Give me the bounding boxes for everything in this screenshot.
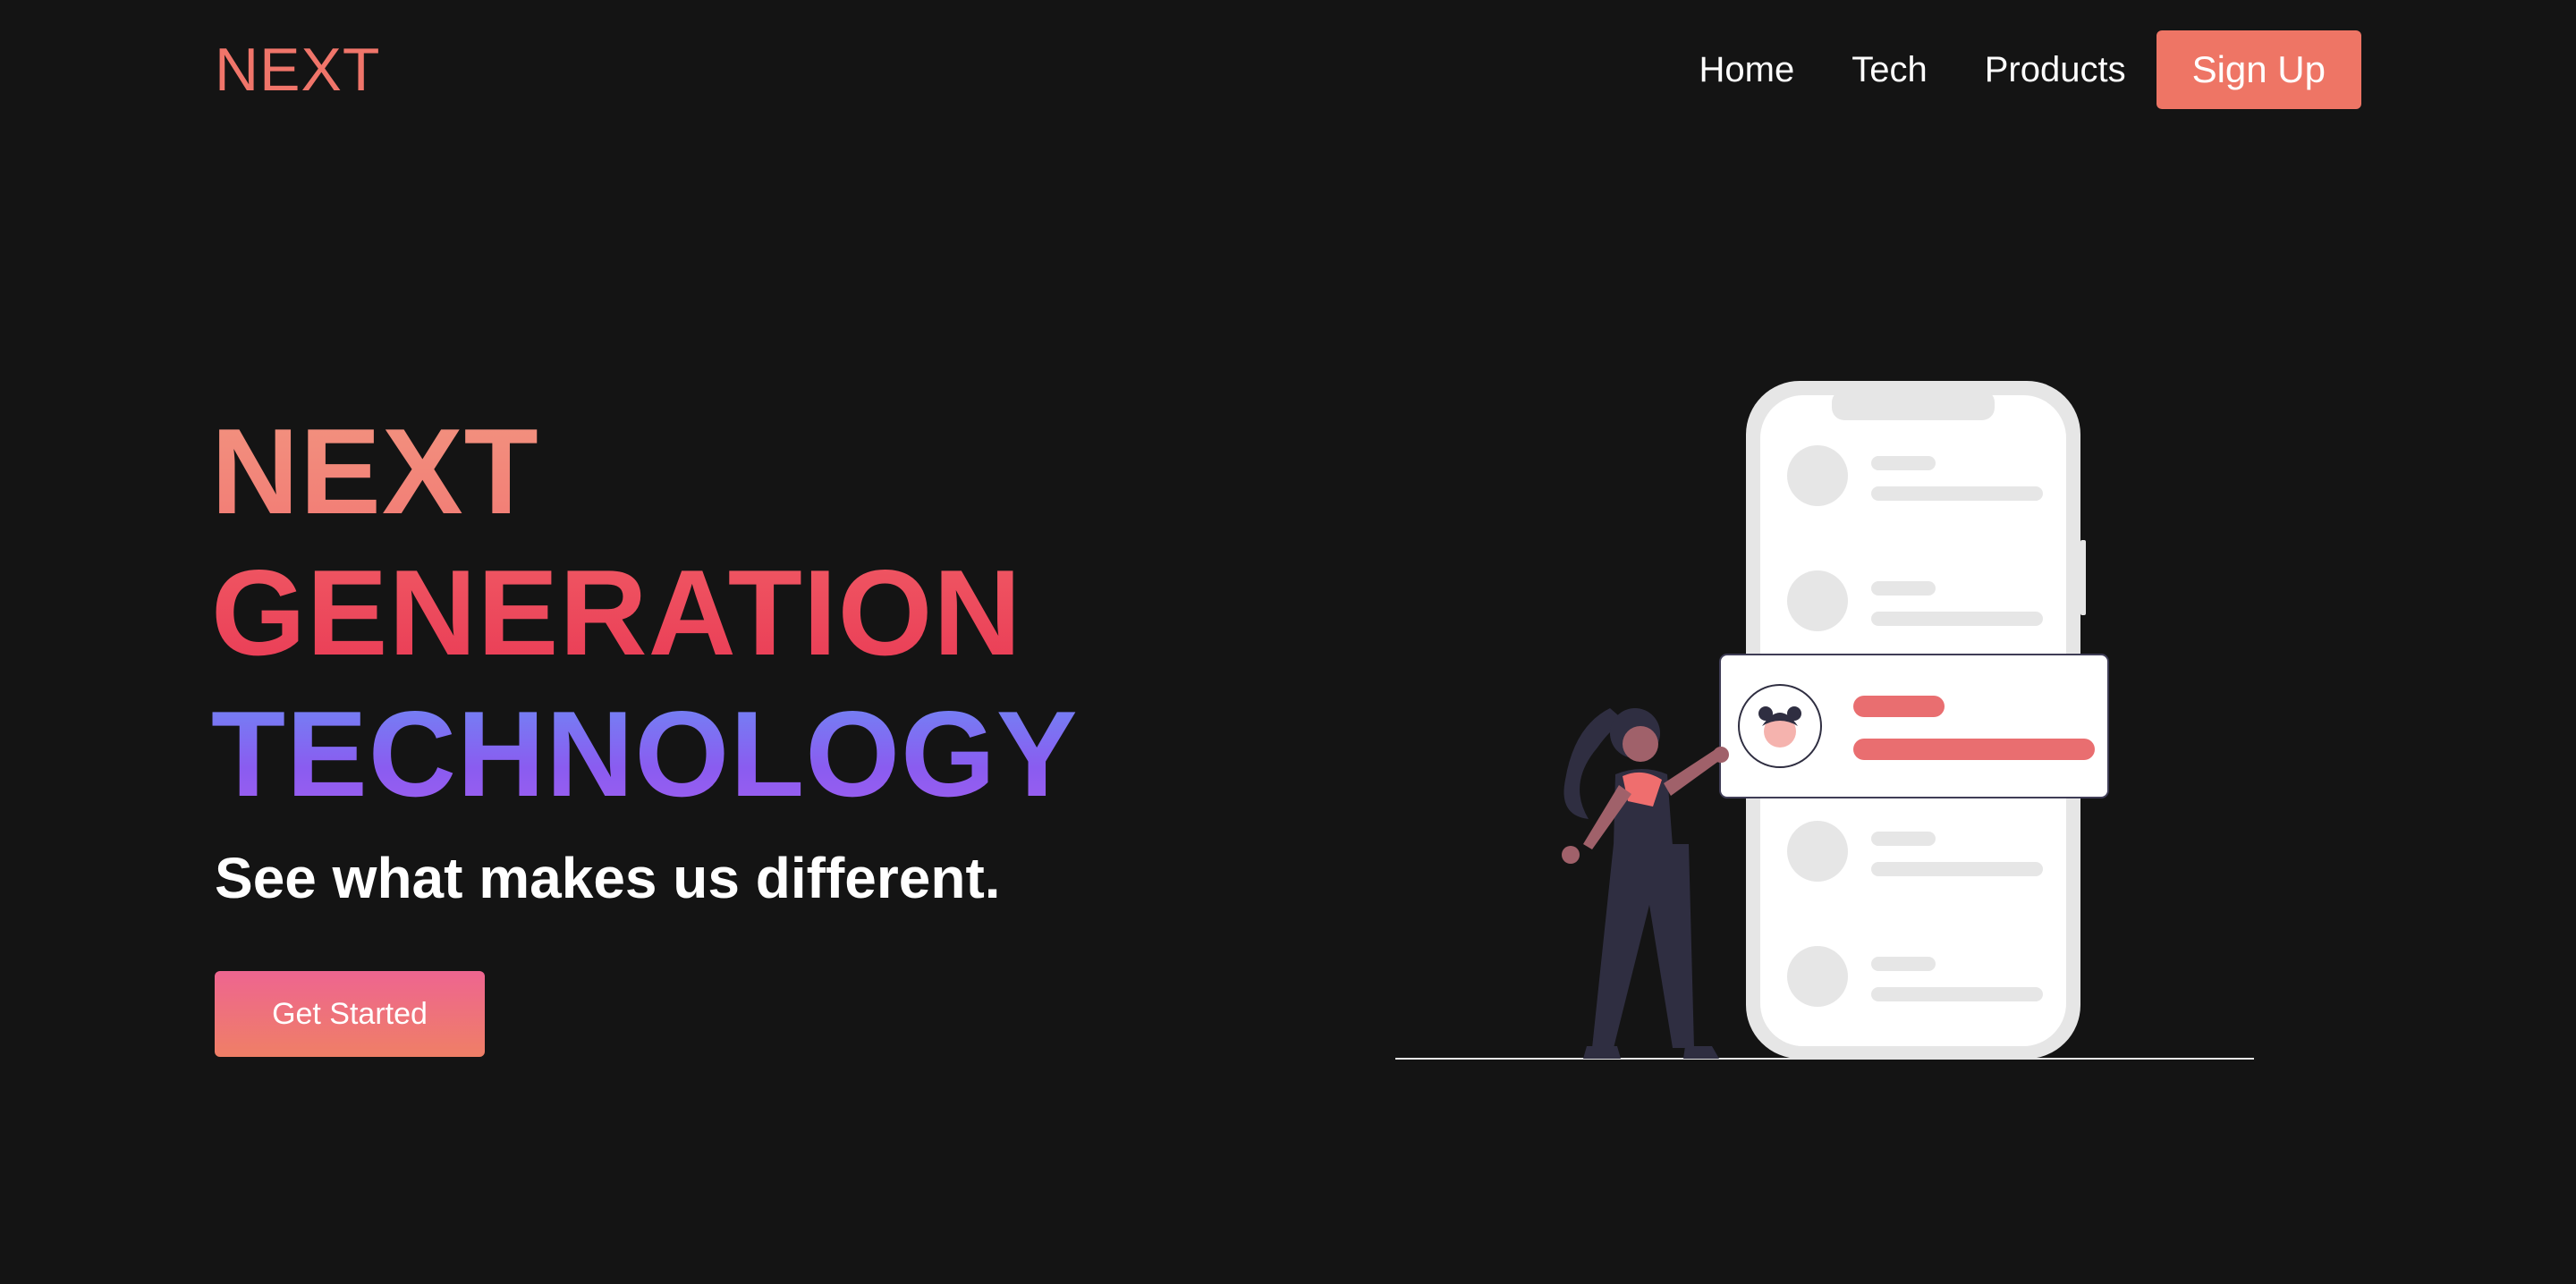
hero-title-line-generation: GENERATION — [211, 542, 1079, 683]
get-started-button[interactable]: Get Started — [215, 971, 485, 1057]
sign-up-button[interactable]: Sign Up — [2156, 30, 2361, 109]
hero-title: NEXT GENERATION TECHNOLOGY — [211, 401, 1079, 824]
person-figure — [1562, 708, 1729, 1059]
hero-title-line-technology: TECHNOLOGY — [211, 683, 1079, 824]
nav-links: Home Tech Products Sign Up — [1699, 30, 2361, 109]
nav-link-home[interactable]: Home — [1699, 50, 1795, 90]
hero-title-line-next: NEXT — [211, 401, 1079, 542]
highlighted-card — [1719, 654, 2109, 798]
person-with-phone-illustration — [1395, 381, 2254, 1060]
navbar: NEXT Home Tech Products Sign Up — [0, 0, 2576, 143]
nav-link-tech[interactable]: Tech — [1852, 50, 1928, 90]
nav-link-products[interactable]: Products — [1985, 50, 2126, 90]
logo[interactable]: NEXT — [215, 34, 380, 106]
hero-subtitle: See what makes us different. — [215, 846, 1001, 910]
